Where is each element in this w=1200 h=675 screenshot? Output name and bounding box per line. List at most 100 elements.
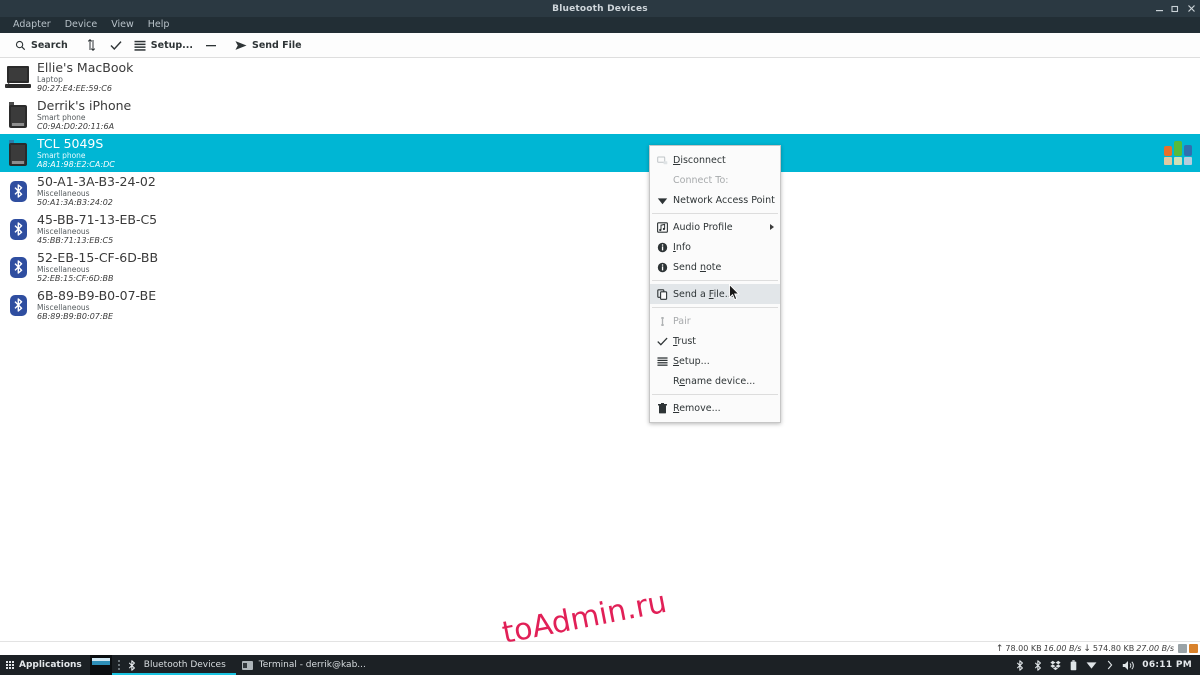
device-row-selected[interactable]: TCL 5049S Smart phone A8:A1:98:E2:CA:DC	[0, 134, 1200, 172]
device-name: 52-EB-15-CF-6D-BB	[37, 249, 159, 265]
network-icon[interactable]	[1086, 659, 1097, 671]
bluetooth-icon	[3, 288, 33, 322]
device-type: Miscellaneous	[37, 303, 90, 312]
context-menu-label: Info	[673, 241, 691, 253]
copy-icon	[656, 288, 669, 301]
context-menu-label: Connect To:	[673, 174, 729, 186]
device-info: 45-BB-71-13-EB-C5 Miscellaneous 45:BB:71…	[37, 213, 157, 245]
applications-menu-button[interactable]: Applications	[0, 655, 90, 675]
toolbar: Search Setup... Send File	[0, 33, 1200, 58]
bluetooth-icon	[127, 659, 138, 671]
context-menu-label: Audio Profile	[673, 221, 733, 233]
context-menu-label: Send a File...	[673, 288, 734, 300]
context-menu-item-network-access-point[interactable]: Network Access Point	[650, 190, 780, 210]
disconnect-icon	[656, 154, 669, 167]
context-menu-item-trust[interactable]: Trust	[650, 331, 780, 351]
context-menu-item-disconnect[interactable]: Disconnect	[650, 150, 780, 170]
grid-icon	[6, 661, 14, 669]
context-menu-separator	[652, 280, 778, 281]
device-row[interactable]: 45-BB-71-13-EB-C5 Miscellaneous 45:BB:71…	[0, 210, 1200, 248]
toolbar-trust-button[interactable]	[104, 33, 128, 58]
workspace-switcher[interactable]	[89, 655, 112, 675]
strip-tray-icons	[1178, 644, 1198, 653]
taskbar-item-label: Terminal - derrik@kab...	[258, 660, 366, 670]
network-stats-strip: ↑ 78.00 KB 16.00 B/s ↓ 574.80 KB 27.00 B…	[0, 641, 1200, 655]
update-icon[interactable]	[1189, 644, 1198, 653]
device-name: 50-A1-3A-B3-24-02	[37, 173, 156, 189]
context-menu-item-info[interactable]: Info	[650, 237, 780, 257]
trash-icon	[656, 402, 669, 415]
context-menu-separator	[652, 307, 778, 308]
context-menu-label: Send note	[673, 261, 722, 273]
battery-icon[interactable]	[1068, 659, 1079, 671]
device-mac: 90:27:E4:EE:59:C6	[37, 83, 112, 93]
device-row[interactable]: 52-EB-15-CF-6D-BB Miscellaneous 52:EB:15…	[0, 248, 1200, 286]
menu-help[interactable]: Help	[141, 17, 177, 33]
maximize-icon[interactable]	[1171, 4, 1180, 13]
context-menu-item-setup[interactable]: Setup...	[650, 351, 780, 371]
device-mac: C0:9A:D0:20:11:6A	[37, 121, 115, 131]
bluetooth-icon[interactable]	[1032, 659, 1043, 671]
toolbar-search-button[interactable]: Search	[8, 33, 74, 58]
device-row[interactable]: ✓ Ellie's MacBook Laptop 90:27:E4:EE:59:…	[0, 58, 1200, 96]
info-icon	[656, 261, 669, 274]
device-mac: 6B:89:B9:B0:07:BE	[37, 311, 114, 321]
device-mac: 52:EB:15:CF:6D:BB	[37, 273, 114, 283]
device-name: 6B-89-B9-B0-07-BE	[37, 287, 157, 303]
context-menu-label: Trust	[673, 335, 697, 347]
pair-icon	[656, 315, 669, 328]
window-controls	[1155, 0, 1196, 17]
toolbar-send-file-button[interactable]: Send File	[229, 33, 308, 58]
device-service-icons	[1160, 137, 1196, 169]
toolbar-setup-button[interactable]: Setup...	[128, 33, 199, 58]
context-menu-item-pair: Pair	[650, 311, 780, 331]
upload-total: 78.00 KB	[1005, 644, 1042, 653]
taskbar-item-bluetooth-devices[interactable]: Bluetooth Devices	[111, 655, 236, 675]
toolbar-remove-button[interactable]	[199, 33, 223, 58]
device-row[interactable]: Derrik's iPhone Smart phone C0:9A:D0:20:…	[0, 96, 1200, 134]
taskbar-item-terminal[interactable]: Terminal - derrik@kab...	[236, 655, 376, 675]
context-menu-item-rename-device[interactable]: Rename device...	[650, 371, 780, 391]
device-mac: A8:A1:98:E2:CA:DC	[37, 159, 115, 169]
upload-arrow-icon: ↑	[995, 643, 1004, 654]
context-menu-item-send-note[interactable]: Send note	[650, 257, 780, 277]
bluetooth-icon[interactable]	[1014, 659, 1025, 671]
device-row[interactable]: 50-A1-3A-B3-24-02 Miscellaneous 50:A1:3A…	[0, 172, 1200, 210]
chevron-right-icon[interactable]	[1104, 659, 1115, 671]
dropbox-icon[interactable]	[1050, 659, 1061, 671]
device-list[interactable]: ✓ Ellie's MacBook Laptop 90:27:E4:EE:59:…	[0, 58, 1200, 641]
context-menu-item-audio-profile[interactable]: Audio Profile	[650, 217, 780, 237]
context-menu-header-connect-to: Connect To:	[650, 170, 780, 190]
device-info: Ellie's MacBook Laptop 90:27:E4:EE:59:C6	[37, 61, 133, 93]
device-row[interactable]: 6B-89-B9-B0-07-BE Miscellaneous 6B:89:B9…	[0, 286, 1200, 324]
device-mac: 45:BB:71:13:EB:C5	[37, 235, 114, 245]
minimize-icon[interactable]	[1155, 4, 1164, 13]
device-type: Smart phone	[37, 151, 86, 160]
context-menu-label: Disconnect	[673, 154, 726, 166]
bluetooth-icon	[3, 174, 33, 208]
clock[interactable]: 06:11 PM	[1142, 660, 1192, 670]
download-arrow-icon: ↓	[1083, 643, 1091, 654]
menu-adapter[interactable]: Adapter	[6, 17, 58, 33]
minus-icon	[205, 39, 217, 51]
window-titlebar: Bluetooth Devices	[0, 0, 1200, 17]
check-icon	[110, 39, 122, 51]
toolbar-transfer-button[interactable]	[80, 33, 104, 58]
toolbar-setup-label: Setup...	[150, 39, 193, 51]
context-menu-item-remove[interactable]: Remove...	[650, 398, 780, 418]
context-menu-item-send-a-file[interactable]: Send a File...	[650, 284, 780, 304]
menu-view[interactable]: View	[104, 17, 141, 33]
device-info: Derrik's iPhone Smart phone C0:9A:D0:20:…	[37, 99, 131, 131]
menu-device[interactable]: Device	[58, 17, 105, 33]
phone-icon	[3, 98, 33, 132]
device-context-menu[interactable]: Disconnect Connect To: Network Access Po…	[649, 145, 781, 423]
device-type: Smart phone	[37, 113, 86, 122]
window-title: Bluetooth Devices	[552, 3, 648, 14]
device-info: 6B-89-B9-B0-07-BE Miscellaneous 6B:89:B9…	[37, 287, 157, 321]
volume-icon[interactable]	[1122, 659, 1135, 671]
device-type: Laptop	[37, 75, 63, 84]
menubar: Adapter Device View Help	[0, 17, 1200, 33]
monitor-icon[interactable]	[1178, 644, 1187, 653]
close-icon[interactable]	[1187, 4, 1196, 13]
drag-handle[interactable]	[117, 660, 120, 670]
